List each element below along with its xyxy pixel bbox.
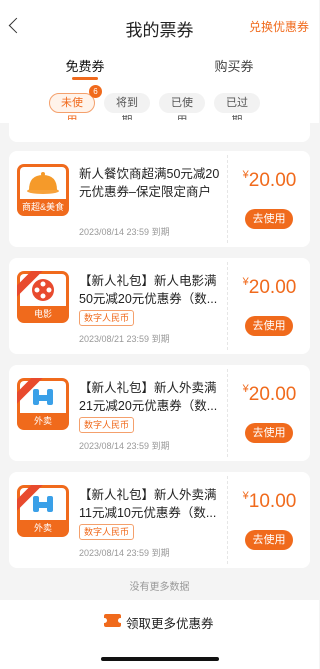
use-coupon-button[interactable]: 去使用 <box>245 209 293 229</box>
tab-free[interactable]: 免费券 <box>45 56 125 75</box>
coupon-title: 【新人礼包】新人外卖满11元减10元优惠券（数... <box>79 488 217 520</box>
coupon-icon <box>102 614 123 627</box>
coupon-card[interactable]: 商超&美食 新人餐饮商超满50元减20元优惠券–保定限定商户 2023/08/1… <box>9 151 310 247</box>
header: 我的票券 兑换优惠券 <box>0 0 319 50</box>
unused-count-badge: 6 <box>89 85 102 98</box>
expiry-date: 2023/08/14 23:59 到期 <box>79 441 170 451</box>
expiry-date: 2023/08/21 23:59 到期 <box>79 334 170 344</box>
filter-expired[interactable]: 已过期 <box>214 93 260 127</box>
card-divider <box>227 155 228 243</box>
home-indicator <box>101 657 219 661</box>
active-tab-indicator <box>72 77 98 80</box>
coupon-amount: ¥20.00 <box>242 276 297 298</box>
coupon-thumbnail: 外卖 <box>17 485 69 537</box>
status-filter-bar: 未使用 6 将到期 已使用 已过期 <box>0 83 319 127</box>
thumb-label: 电影 <box>33 309 52 319</box>
thumb-label: 商超&美食 <box>21 202 64 212</box>
coupon-title: 【新人礼包】新人电影满50元减20元优惠券（数... <box>79 274 218 306</box>
use-coupon-button[interactable]: 去使用 <box>245 423 293 443</box>
filter-expiring[interactable]: 将到期 <box>104 93 150 127</box>
coupon-title: 【新人礼包】新人外卖满21元减20元优惠券（数... <box>79 381 218 413</box>
coupon-thumbnail: 商超&美食 <box>17 164 69 216</box>
coupon-type-tabs: 免费券 购买券 <box>0 50 319 83</box>
bottom-bar: 领取更多优惠券 <box>0 600 319 669</box>
coupon-amount: ¥10.00 <box>242 490 297 512</box>
coupon-card[interactable]: 外卖 【新人礼包】新人外卖满11元减10元优惠券（数... 数字人民币 2023… <box>9 472 310 568</box>
use-coupon-button[interactable]: 去使用 <box>245 316 293 336</box>
filter-unused[interactable]: 未使用 <box>49 93 95 127</box>
coupon-thumbnail: 外卖 <box>17 378 69 430</box>
expiry-date: 2023/08/14 23:59 到期 <box>79 548 170 558</box>
card-divider <box>227 476 228 564</box>
expiry-date: 2023/08/14 23:59 到期 <box>79 227 170 237</box>
coupon-amount: ¥20.00 <box>242 383 297 405</box>
exchange-coupon-link[interactable]: 兑换优惠券 <box>249 18 309 35</box>
tab-purchase[interactable]: 购买券 <box>194 56 274 75</box>
coupon-amount: ¥20.00 <box>242 169 297 191</box>
digital-rmb-tag: 数字人民币 <box>79 310 135 326</box>
thumb-label: 外卖 <box>33 416 52 426</box>
card-divider <box>227 369 228 457</box>
coupon-thumbnail: 电影 <box>17 271 69 323</box>
card-divider <box>227 262 228 350</box>
no-more-data-text: 没有更多数据 <box>129 582 190 593</box>
digital-rmb-tag: 数字人民币 <box>79 524 135 540</box>
coupon-card[interactable]: 电影 【新人礼包】新人电影满50元减20元优惠券（数... 数字人民币 2023… <box>9 258 310 354</box>
coupon-title: 新人餐饮商超满50元减20元优惠券–保定限定商户 <box>79 167 220 199</box>
thumb-label: 外卖 <box>33 523 52 533</box>
coupon-card[interactable]: 外卖 【新人礼包】新人外卖满21元减20元优惠券（数... 数字人民币 2023… <box>9 365 310 461</box>
filter-used[interactable]: 已使用 <box>159 93 205 127</box>
get-more-coupons-label: 领取更多优惠券 <box>126 617 214 631</box>
coupon-card-partial <box>9 120 310 142</box>
digital-rmb-tag: 数字人民币 <box>79 417 135 433</box>
use-coupon-button[interactable]: 去使用 <box>245 530 293 550</box>
food-dome-icon <box>20 167 66 199</box>
